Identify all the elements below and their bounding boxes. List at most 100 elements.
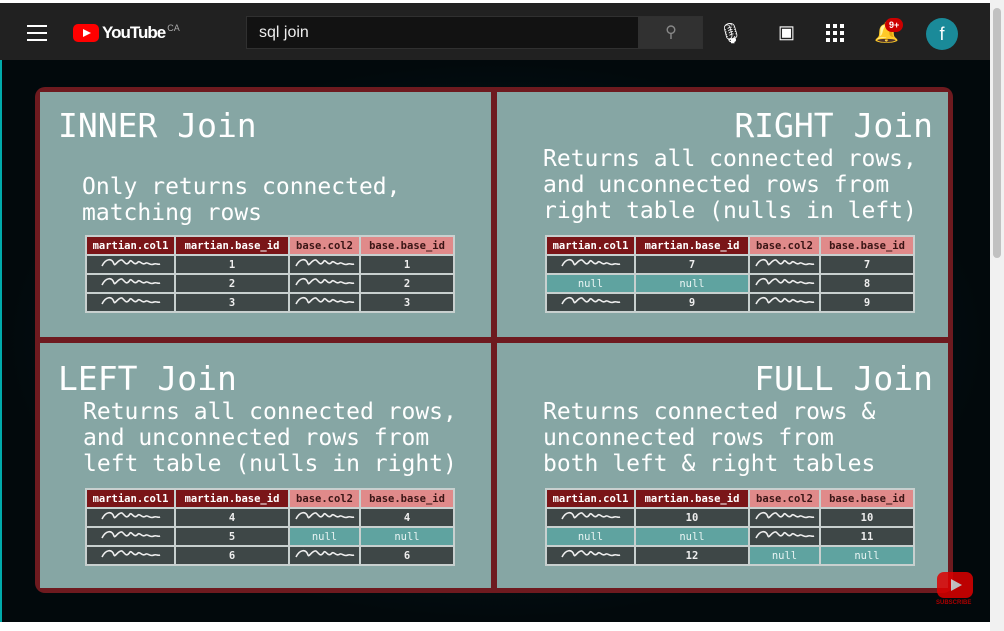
table-row: 44 xyxy=(85,507,455,528)
table-cell: 6 xyxy=(359,545,455,566)
panel-description: Returns connected rows & unconnected row… xyxy=(543,399,876,477)
table-cell: 3 xyxy=(174,292,290,313)
squiggle-icon xyxy=(100,296,160,305)
column-header: base.col2 xyxy=(288,488,361,509)
table-cell: 2 xyxy=(359,273,455,294)
table-cell: null xyxy=(545,273,636,294)
table-header-row: martian.col1 martian.base_id base.col2 base… xyxy=(85,488,455,509)
table-cell: 11 xyxy=(819,526,915,547)
youtube-logo[interactable]: YouTube CA xyxy=(73,23,180,43)
table-cell: 6 xyxy=(174,545,290,566)
panel-description: Only returns connected, matching rows xyxy=(82,174,401,226)
table-cell: null xyxy=(288,526,361,547)
scrollbar-thumb[interactable] xyxy=(993,8,1001,258)
column-header: base.col2 xyxy=(748,235,821,256)
table-cell: null xyxy=(634,273,750,294)
search-icon: ⚲ xyxy=(665,24,677,41)
squiggle-icon xyxy=(560,296,620,305)
table-cell xyxy=(85,292,176,313)
column-header: base.base_id xyxy=(359,235,455,256)
panel-description: Returns all connected rows, and unconnec… xyxy=(83,399,457,477)
table-cell: 4 xyxy=(174,507,290,528)
table-row: 10 10 xyxy=(545,507,915,528)
mic-icon[interactable]: 🎙 xyxy=(718,21,743,46)
table-row: 33 xyxy=(85,292,455,313)
column-header: martian.col1 xyxy=(85,488,176,509)
column-header: martian.base_id xyxy=(634,488,750,509)
squiggle-icon xyxy=(100,530,160,539)
table-cell xyxy=(748,292,821,313)
table-header-row: martian.col1 martian.base_id base.col2 base… xyxy=(85,235,455,256)
table-cell: 7 xyxy=(819,254,915,275)
table-row: 12 null null xyxy=(545,545,915,566)
squiggle-icon xyxy=(100,258,160,267)
menu-icon[interactable] xyxy=(27,25,47,41)
table-cell: null xyxy=(359,526,455,547)
table-cell xyxy=(85,545,176,566)
squiggle-icon xyxy=(754,511,814,520)
table-cell: 10 xyxy=(634,507,750,528)
table-cell: 4 xyxy=(359,507,455,528)
squiggle-icon xyxy=(560,549,620,558)
column-header: martian.col1 xyxy=(85,235,176,256)
join-panel: INNER Join Only returns connected, matchi… xyxy=(40,92,491,337)
panel-title: LEFT Join xyxy=(58,359,237,398)
region-label: CA xyxy=(167,23,180,33)
apps-icon[interactable] xyxy=(826,24,844,42)
column-header: martian.col1 xyxy=(545,235,636,256)
column-header: base.base_id xyxy=(819,488,915,509)
squiggle-icon xyxy=(100,511,160,520)
notification-badge: 9+ xyxy=(885,18,904,32)
column-header: martian.col1 xyxy=(545,488,636,509)
table-cell: 5 xyxy=(174,526,290,547)
squiggle-icon xyxy=(294,549,354,558)
squiggle-icon xyxy=(754,277,814,286)
table-cell: 1 xyxy=(174,254,290,275)
squiggle-icon xyxy=(294,296,354,305)
table-cell xyxy=(748,526,821,547)
join-table: martian.col1 martian.base_id base.col2 base… xyxy=(545,235,915,313)
subscribe-watermark-icon[interactable] xyxy=(937,572,973,598)
panel-title: INNER Join xyxy=(58,106,257,145)
squiggle-icon xyxy=(294,511,354,520)
table-row: null null 8 xyxy=(545,273,915,294)
squiggle-icon xyxy=(100,277,160,286)
join-panel: LEFT Join Returns all connected rows, and… xyxy=(40,343,491,588)
table-cell xyxy=(748,254,821,275)
table-cell: null xyxy=(545,526,636,547)
panel-description: Returns all connected rows, and unconnec… xyxy=(543,146,917,224)
table-cell xyxy=(85,507,176,528)
panel-title: FULL Join xyxy=(754,359,933,398)
table-cell xyxy=(85,273,176,294)
table-cell: null xyxy=(819,545,915,566)
table-cell xyxy=(545,292,636,313)
squiggle-icon xyxy=(754,296,814,305)
column-header: martian.base_id xyxy=(174,235,290,256)
table-cell: 1 xyxy=(359,254,455,275)
join-table: martian.col1 martian.base_id base.col2 base… xyxy=(85,235,455,313)
search-input[interactable]: sql join xyxy=(246,16,639,49)
table-row: 77 xyxy=(545,254,915,275)
table-cell xyxy=(85,526,176,547)
table-cell xyxy=(288,292,361,313)
squiggle-icon xyxy=(294,258,354,267)
squiggle-icon xyxy=(754,530,814,539)
column-header: base.col2 xyxy=(288,235,361,256)
squiggle-icon xyxy=(294,277,354,286)
top-bar: YouTube CA sql join ⚲ 🎙 ▣ 🔔 9+ f xyxy=(0,0,990,60)
table-row: 11 xyxy=(85,254,455,275)
squiggle-icon xyxy=(560,258,620,267)
create-video-icon[interactable]: ▣ xyxy=(778,22,795,43)
table-cell xyxy=(545,507,636,528)
column-header: base.col2 xyxy=(748,488,821,509)
join-panel: RIGHT Join Returns all connected rows, an… xyxy=(497,92,948,337)
table-cell: 10 xyxy=(819,507,915,528)
youtube-play-icon xyxy=(73,24,99,42)
join-panel: FULL Join Returns connected rows & unconn… xyxy=(497,343,948,588)
avatar[interactable]: f xyxy=(926,18,958,50)
search-button[interactable]: ⚲ xyxy=(639,16,703,49)
table-cell: 9 xyxy=(634,292,750,313)
panel-title: RIGHT Join xyxy=(734,106,933,145)
table-header-row: martian.col1 martian.base_id base.col2 base… xyxy=(545,488,915,509)
table-row: 66 xyxy=(85,545,455,566)
